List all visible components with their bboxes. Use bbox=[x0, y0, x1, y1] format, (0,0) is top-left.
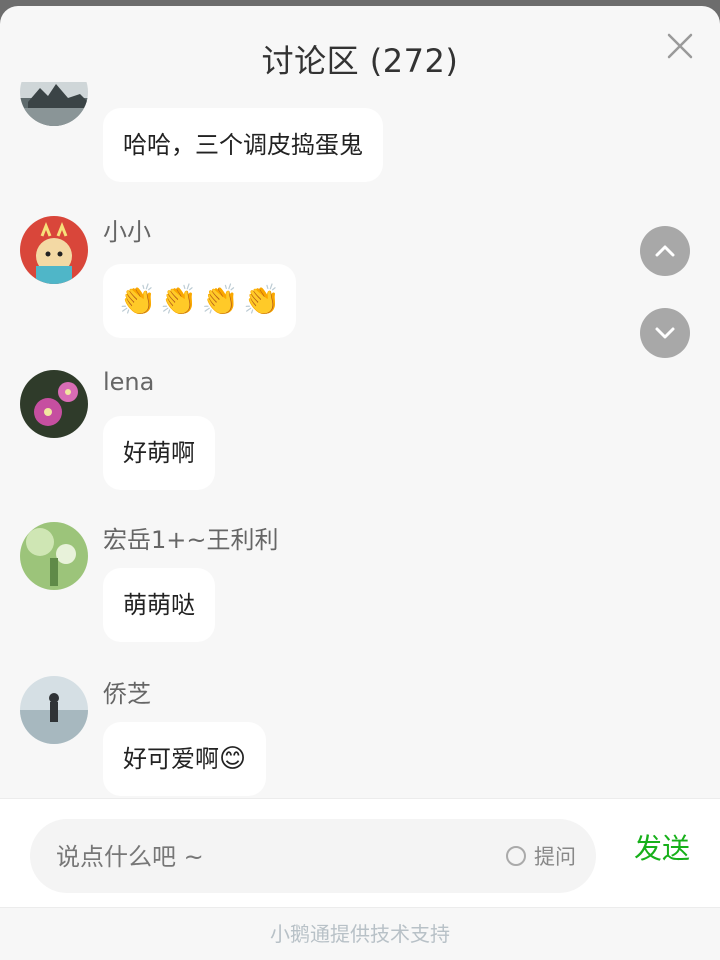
landscape-avatar[interactable] bbox=[20, 82, 88, 126]
page-title: 讨论区 (272) bbox=[261, 42, 459, 80]
clap-emoji: 👏 bbox=[243, 283, 281, 318]
message-text: 好可爱啊 bbox=[123, 745, 219, 773]
message-bubble: 好可爱啊😊 bbox=[103, 722, 267, 796]
lake-avatar[interactable] bbox=[20, 676, 88, 744]
clap-emoji: 👏 bbox=[201, 283, 240, 318]
close-icon bbox=[667, 33, 693, 59]
message-bubble: 哈哈，三个调皮捣蛋鬼 bbox=[103, 108, 383, 182]
message-bubble: 好萌啊 bbox=[103, 416, 215, 490]
ask-label: 提问 bbox=[534, 845, 576, 869]
ask-toggle[interactable]: 提问 bbox=[506, 819, 576, 893]
clap-emoji: 👏 bbox=[119, 283, 157, 318]
footer-credit: 小鹅通提供技术支持 bbox=[270, 922, 450, 946]
username: 宏岳1+~王利利 bbox=[103, 526, 279, 554]
username: lena bbox=[103, 368, 155, 396]
chevron-up-icon bbox=[655, 245, 675, 257]
chevron-down-icon bbox=[655, 327, 675, 339]
comment-input[interactable] bbox=[54, 819, 478, 895]
close-button[interactable] bbox=[658, 24, 702, 68]
scroll-down-button[interactable] bbox=[640, 308, 690, 358]
discussion-panel: 讨论区 (272) 哈哈，三个调皮捣蛋鬼 小小 👏 👏 👏 👏 lena 好萌啊… bbox=[0, 6, 720, 960]
username: 小小 bbox=[103, 218, 151, 246]
username: 侨芝 bbox=[103, 680, 151, 708]
send-button[interactable]: 发送 bbox=[634, 827, 690, 867]
smile-emoji: 😊 bbox=[219, 744, 247, 774]
emoji-row: 👏 👏 👏 👏 bbox=[119, 264, 280, 338]
cartoon-avatar[interactable] bbox=[20, 216, 88, 284]
composer-bar: 提问 发送 bbox=[0, 798, 720, 908]
flower-avatar[interactable] bbox=[20, 370, 88, 438]
message-bubble: 👏 👏 👏 👏 bbox=[103, 264, 297, 338]
radio-icon[interactable] bbox=[506, 846, 526, 866]
clap-emoji: 👏 bbox=[160, 283, 198, 318]
scroll-up-button[interactable] bbox=[640, 226, 690, 276]
plant-avatar[interactable] bbox=[20, 522, 88, 590]
comment-field-container: 提问 bbox=[30, 819, 596, 895]
message-bubble: 萌萌哒 bbox=[103, 568, 215, 642]
message-list[interactable]: 哈哈，三个调皮捣蛋鬼 小小 👏 👏 👏 � bbox=[0, 82, 720, 798]
